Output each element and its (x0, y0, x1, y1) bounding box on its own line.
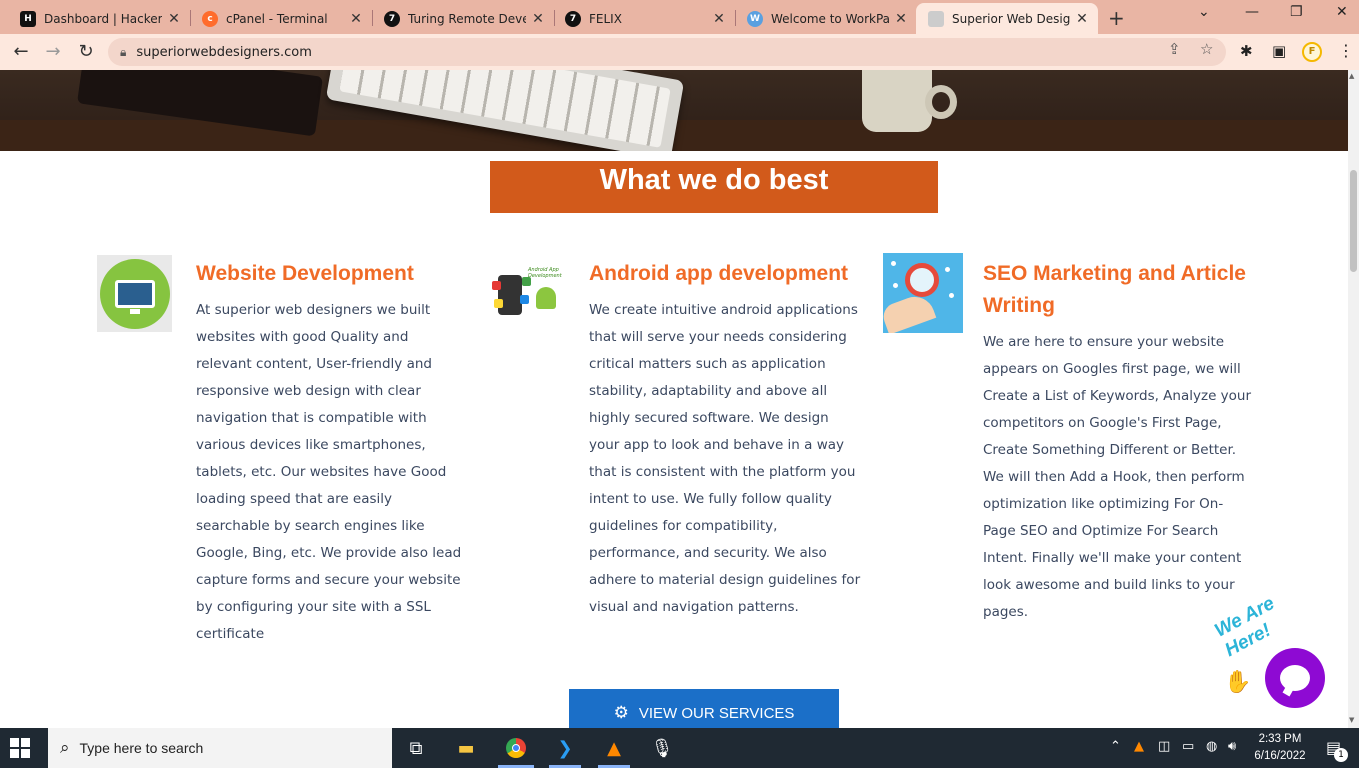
card-body-seo-marketing: We are here to ensure your website appea… (983, 334, 1252, 620)
tab-strip: H Dashboard | HackerRa ✕ c cPanel - Term… (0, 0, 1359, 34)
extensions-icon[interactable]: ✱ (1240, 42, 1253, 60)
card-body-website-development: At superior web designers we built websi… (196, 302, 462, 642)
gear-icon: ⚙ (613, 703, 629, 722)
taskbar-search[interactable]: ⌕ Type here to search (48, 728, 392, 768)
task-view-icon[interactable]: ⧉ (392, 728, 440, 768)
section-title: What we do best (490, 161, 938, 213)
close-icon[interactable]: ✕ (1074, 11, 1090, 27)
tab-title: cPanel - Terminal (226, 11, 328, 26)
turing-icon: 7 (384, 10, 400, 27)
seo-marketing-image (883, 253, 963, 333)
browser-toolbar: ← → ↻ 🔒︎ superiorwebdesigners.com ⇪ ☆ ✱ … (0, 34, 1359, 70)
restore-icon[interactable]: ❐ (1290, 4, 1303, 20)
cpanel-icon: c (202, 10, 218, 27)
tab-superior-web-designers[interactable]: Superior Web Designe ✕ (916, 3, 1098, 34)
taskbar-clock[interactable]: 2:33 PM 6/16/2022 (1250, 731, 1310, 765)
close-icon[interactable]: ✕ (166, 11, 182, 27)
network-icon[interactable]: ◍ (1206, 739, 1217, 754)
close-icon[interactable]: ✕ (530, 11, 546, 27)
address-bar[interactable]: 🔒︎ superiorwebdesigners.com (108, 38, 1226, 66)
taskbar-search-placeholder: Type here to search (79, 740, 204, 756)
volume-icon[interactable]: 🔊︎ (1228, 739, 1236, 754)
url-text: superiorwebdesigners.com (136, 44, 312, 60)
view-services-label: VIEW OUR SERVICES (638, 704, 795, 722)
scroll-down-icon[interactable]: ▼ (1349, 716, 1354, 724)
meet-now-icon[interactable]: ◫ (1158, 739, 1170, 754)
lock-icon[interactable]: 🔒︎ (120, 45, 126, 60)
back-icon[interactable]: ← (10, 41, 32, 62)
waving-hand-icon: ✋ (1224, 670, 1252, 695)
scrollbar-thumb[interactable] (1350, 170, 1357, 272)
side-panel-icon[interactable]: ▣ (1272, 42, 1286, 60)
card-body-android-app-development: We create intuitive android applications… (589, 302, 861, 615)
card-title-website-development: Website Development (196, 262, 414, 285)
clock-time: 2:33 PM (1258, 733, 1302, 745)
forward-icon[interactable]: → (42, 41, 64, 62)
vlc-icon[interactable]: ▲ (590, 728, 638, 768)
taskbar: ⌕ Type here to search ⧉ ▬ ❯ ▲ 🎙︎ ⌃ ▲ ◫ ▭… (0, 728, 1359, 768)
scrollbar-track[interactable] (1348, 70, 1359, 728)
chrome-icon[interactable] (492, 728, 540, 768)
hero-image (0, 70, 1348, 151)
tab-title: Dashboard | HackerRa (44, 11, 162, 26)
file-explorer-icon[interactable]: ▬ (442, 728, 490, 768)
tab-cpanel[interactable]: c cPanel - Terminal ✕ (182, 3, 372, 34)
close-icon[interactable]: ✕ (893, 11, 909, 27)
tab-turing[interactable]: 7 Turing Remote Develo ✕ (364, 3, 554, 34)
new-tab-button[interactable]: + (1108, 6, 1125, 30)
hackerrank-icon: H (20, 10, 36, 27)
workpar-icon: W (747, 10, 763, 27)
minimize-icon[interactable]: — (1245, 4, 1259, 20)
tab-title: Superior Web Designe (952, 11, 1070, 26)
menu-icon[interactable]: ⋮ (1338, 41, 1354, 60)
tray-overflow-icon[interactable]: ⌃ (1110, 739, 1121, 754)
notification-count-badge: 1 (1334, 748, 1348, 762)
search-icon: ⌕ (60, 738, 70, 758)
card-title-seo-marketing: SEO Marketing and Article Writing (983, 262, 1246, 317)
vlc-tray-icon[interactable]: ▲ (1134, 739, 1144, 754)
close-icon[interactable]: ✕ (348, 11, 364, 27)
bookmark-star-icon[interactable]: ☆ (1200, 40, 1213, 58)
clock-date: 6/16/2022 (1254, 750, 1306, 762)
page-viewport: What we do best Website Development At s… (0, 70, 1348, 728)
tab-felix[interactable]: 7 FELIX ✕ (545, 3, 735, 34)
reload-icon[interactable]: ↻ (75, 41, 97, 62)
scroll-up-icon[interactable]: ▲ (1349, 72, 1354, 80)
voice-recorder-icon[interactable]: 🎙︎ (638, 728, 686, 768)
battery-icon[interactable]: ▭ (1182, 739, 1194, 754)
android-app-image: Android App Development (490, 265, 570, 323)
vscode-icon[interactable]: ❯ (541, 728, 589, 768)
chat-button[interactable] (1265, 648, 1325, 708)
view-services-button[interactable]: ⚙ VIEW OUR SERVICES (569, 689, 839, 728)
chat-bubble-icon (1280, 665, 1310, 691)
close-icon[interactable]: ✕ (711, 11, 727, 27)
windows-start-icon[interactable] (10, 738, 30, 758)
tab-hackerrank[interactable]: H Dashboard | HackerRa ✕ (0, 3, 190, 34)
tab-title: Welcome to WorkPar (771, 11, 889, 26)
tab-workpar[interactable]: W Welcome to WorkPar ✕ (727, 3, 917, 34)
web-development-image (97, 255, 172, 332)
window-close-icon[interactable]: ✕ (1336, 4, 1348, 20)
site-icon (928, 10, 944, 27)
tab-search-icon[interactable]: ⌄ (1198, 4, 1210, 20)
android-image-caption: Android App Development (528, 267, 562, 279)
card-title-android-app-development: Android app development (589, 262, 849, 285)
share-icon[interactable]: ⇪ (1168, 40, 1181, 58)
tab-title: Turing Remote Develo (408, 11, 526, 26)
turing-icon: 7 (565, 10, 581, 27)
profile-avatar[interactable]: F (1302, 42, 1322, 62)
tab-title: FELIX (589, 11, 622, 26)
